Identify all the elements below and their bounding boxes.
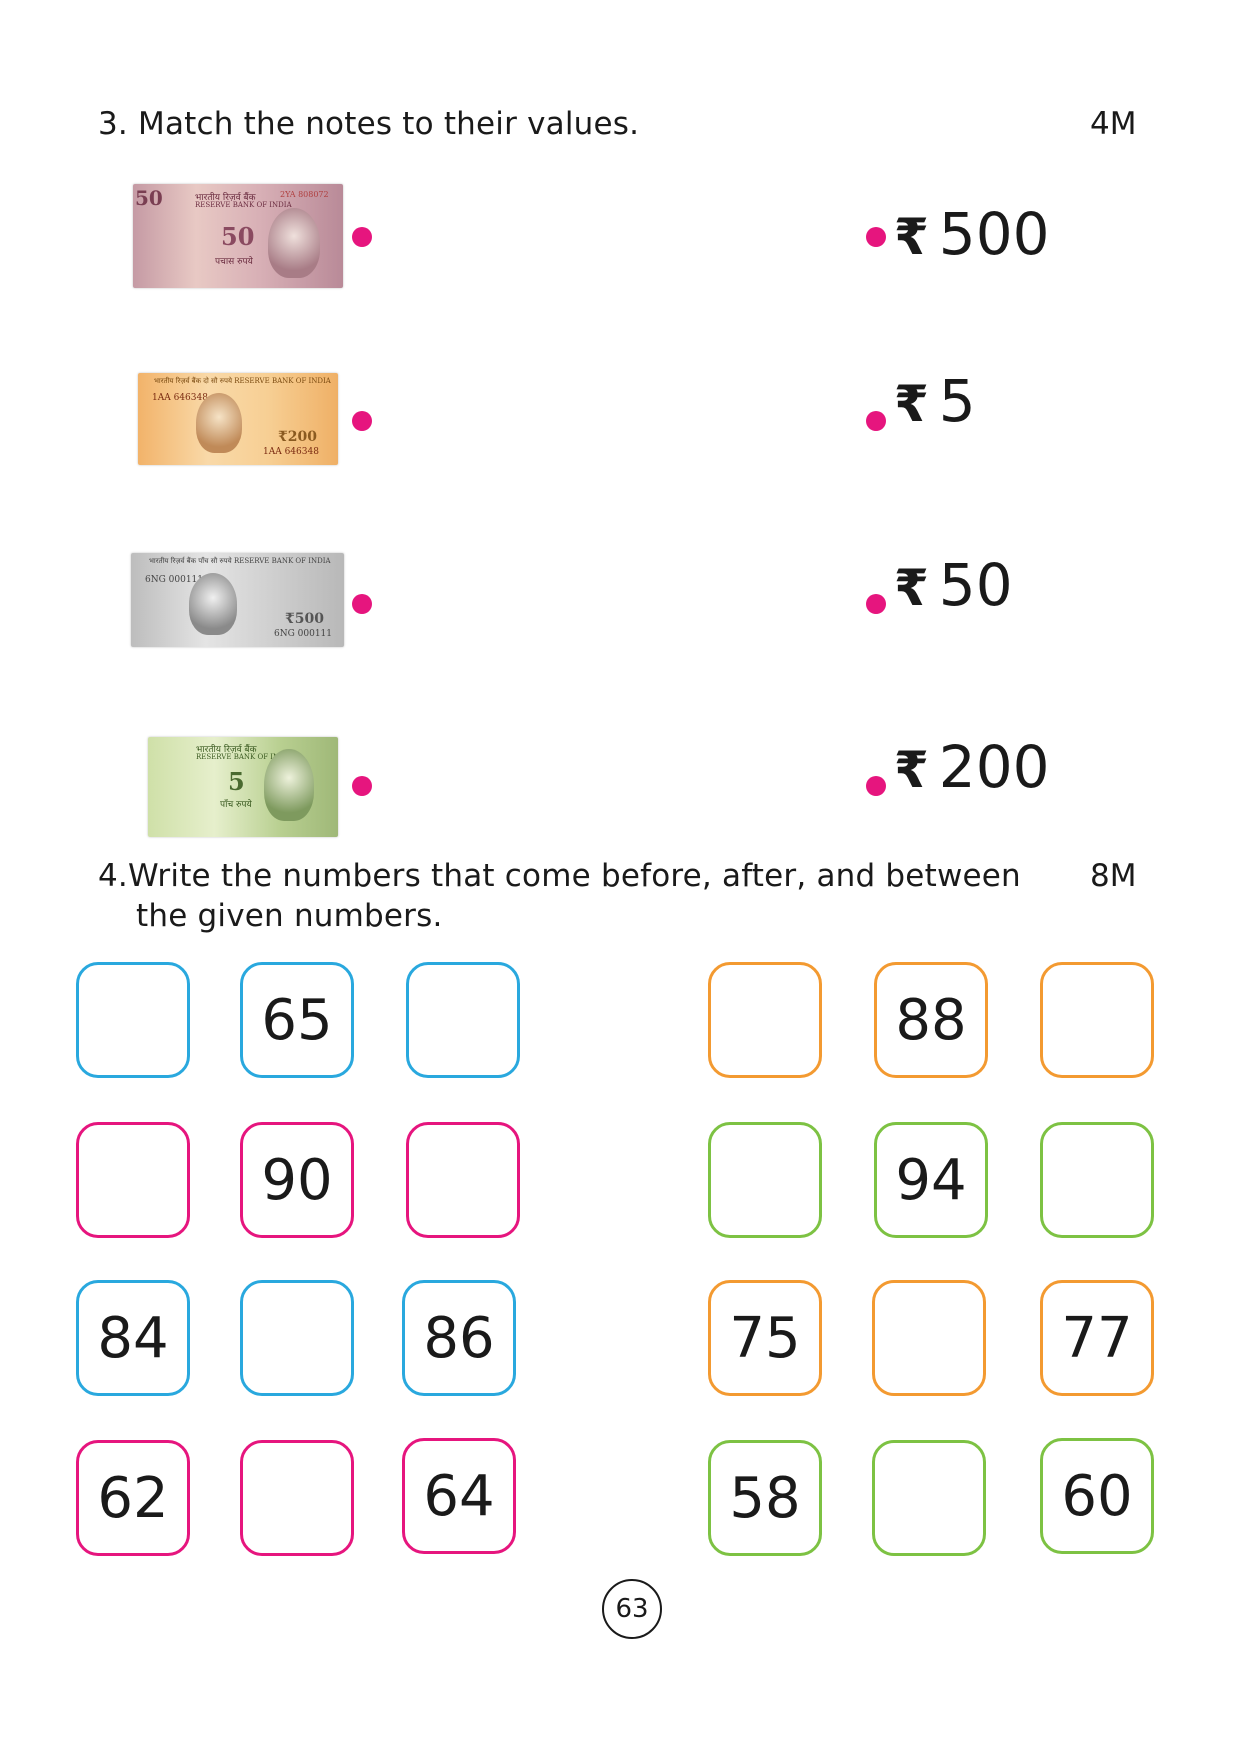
number-box: 90 (240, 1122, 354, 1238)
note-serial: 2YA 808072 (280, 190, 329, 199)
number-box: 75 (708, 1280, 822, 1396)
number-box[interactable] (76, 1122, 190, 1238)
note-word: पाँच रुपये (220, 800, 252, 810)
note-match-dot[interactable] (352, 594, 372, 614)
note-word: पचास रुपये (215, 257, 253, 267)
number-box: 58 (708, 1440, 822, 1556)
number-box: 64 (402, 1438, 516, 1554)
note-serial-bottom: 1AA 646348 (263, 447, 319, 457)
number-box: 62 (76, 1440, 190, 1556)
five-rupee-note: भारतीय रिज़र्व बैंक RESERVE BANK OF INDI… (148, 737, 338, 837)
value-amount: 200 (938, 733, 1050, 801)
gandhi-portrait (264, 749, 314, 821)
rupee-symbol-icon: ₹ (894, 208, 929, 266)
number-box[interactable] (240, 1280, 354, 1396)
value-match-dot[interactable] (866, 227, 886, 247)
question-4-text: 4.Write the numbers that come before, af… (98, 858, 1021, 894)
number-box: 86 (402, 1280, 516, 1396)
page-number: 63 (602, 1579, 662, 1639)
note-denomination-center: 50 (221, 222, 255, 251)
question-3-marks: 4M (1090, 106, 1137, 142)
gandhi-portrait (189, 573, 237, 635)
number-box[interactable] (1040, 1122, 1154, 1238)
note-denomination: 5 (228, 767, 245, 796)
note-denomination: ₹200 (278, 429, 317, 445)
number-box[interactable] (240, 1440, 354, 1556)
note-match-dot[interactable] (352, 411, 372, 431)
number-box[interactable] (76, 962, 190, 1078)
gandhi-portrait (196, 393, 242, 453)
note-bank: RESERVE BANK OF INDIA (195, 201, 292, 209)
question-3-text: 3. Match the notes to their values. (98, 106, 640, 142)
note-denomination: ₹500 (285, 611, 324, 627)
value-500: ₹500 (894, 205, 1050, 263)
note-header: भारतीय रिज़र्व बैंक पाँच सौ रुपये RESERV… (149, 557, 331, 565)
five-hundred-rupee-note: भारतीय रिज़र्व बैंक पाँच सौ रुपये RESERV… (131, 553, 344, 647)
number-box[interactable] (406, 1122, 520, 1238)
number-box[interactable] (708, 962, 822, 1078)
number-box: 77 (1040, 1280, 1154, 1396)
value-50: ₹50 (894, 556, 1013, 614)
number-box: 88 (874, 962, 988, 1078)
value-amount: 50 (938, 551, 1013, 619)
note-serial-bottom: 6NG 000111 (274, 629, 333, 639)
note-denomination: 50 (135, 186, 163, 210)
gandhi-portrait (268, 208, 320, 278)
value-match-dot[interactable] (866, 594, 886, 614)
number-box[interactable] (1040, 962, 1154, 1078)
number-box: 60 (1040, 1438, 1154, 1554)
value-match-dot[interactable] (866, 776, 886, 796)
number-box: 84 (76, 1280, 190, 1396)
question-4-text-line2: the given numbers. (136, 898, 443, 934)
number-box: 65 (240, 962, 354, 1078)
rupee-symbol-icon: ₹ (894, 741, 929, 799)
value-5: ₹5 (894, 372, 976, 430)
rupee-symbol-icon: ₹ (894, 375, 929, 433)
note-match-dot[interactable] (352, 776, 372, 796)
note-serial: 1AA 646348 (152, 393, 208, 403)
note-match-dot[interactable] (352, 227, 372, 247)
value-amount: 500 (938, 200, 1050, 268)
value-match-dot[interactable] (866, 411, 886, 431)
value-amount: 5 (938, 367, 976, 435)
number-box: 94 (874, 1122, 988, 1238)
two-hundred-rupee-note: भारतीय रिज़र्व बैंक दो सौ रुपये RESERVE … (138, 373, 338, 465)
note-header: भारतीय रिज़र्व बैंक दो सौ रुपये RESERVE … (154, 377, 331, 385)
value-200: ₹200 (894, 738, 1050, 796)
fifty-rupee-note: 50 भारतीय रिज़र्व बैंक RESERVE BANK OF I… (133, 184, 343, 288)
number-box[interactable] (872, 1280, 986, 1396)
number-box[interactable] (406, 962, 520, 1078)
rupee-symbol-icon: ₹ (894, 559, 929, 617)
number-box[interactable] (708, 1122, 822, 1238)
question-4-marks: 8M (1090, 858, 1137, 894)
number-box[interactable] (872, 1440, 986, 1556)
